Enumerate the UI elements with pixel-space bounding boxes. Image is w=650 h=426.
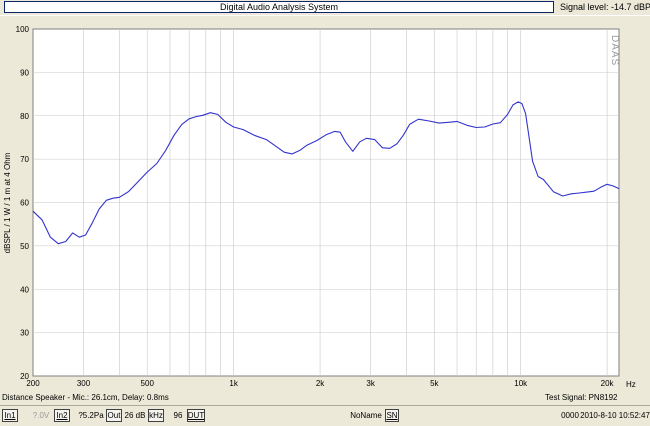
x-tick-label: 20k xyxy=(601,379,615,388)
x-tick-label: 300 xyxy=(77,379,91,388)
input1-button[interactable]: In1 xyxy=(2,409,18,422)
window-title-text: Digital Audio Analysis System xyxy=(219,2,339,12)
dut-name: NoName xyxy=(350,411,382,420)
frequency-response-chart: 2030405060708090100 200 300 500 1k 2k 3k 5k 10k… xyxy=(3,25,636,389)
x-tick-label: 1k xyxy=(229,379,238,388)
x-tick-label: 2k xyxy=(316,379,325,388)
input1-voltage: ?.0V xyxy=(32,411,50,420)
distance-info: Distance Speaker - Mic.: 26.1cm, Delay: … xyxy=(2,393,169,402)
y-tick-labels: 2030405060708090100 xyxy=(16,25,30,381)
y-tick-label: 100 xyxy=(16,25,30,34)
y-tick-label: 70 xyxy=(20,155,29,164)
x-tick-label: 10k xyxy=(514,379,528,388)
test-signal-info: Test Signal: PN8192 xyxy=(545,393,618,402)
counter-readout: 0000 xyxy=(561,411,579,420)
y-axis-label: dBSPL / 1 W / 1 m at 4 Ohm xyxy=(3,152,12,253)
signal-level-readout: Signal level: -14.7 dBPa xyxy=(560,2,650,12)
date-time-readout: 2010-8-10 10:52:47 xyxy=(580,411,650,420)
x-axis-unit: Hz xyxy=(626,380,636,389)
x-tick-label: 3k xyxy=(366,379,375,388)
khz-button[interactable]: kHz xyxy=(148,409,164,422)
daas-watermark: DAAS xyxy=(609,35,620,66)
x-tick-label: 500 xyxy=(141,379,155,388)
measurement-info-row: Distance Speaker - Mic.: 26.1cm, Delay: … xyxy=(0,392,650,404)
input2-pressure: ?5.2Pa xyxy=(78,411,104,420)
output-gain: 26 dB xyxy=(124,411,146,420)
input2-button[interactable]: In2 xyxy=(54,409,70,422)
y-tick-label: 90 xyxy=(20,68,29,77)
x-tick-label: 200 xyxy=(26,379,40,388)
title-bar: Digital Audio Analysis System Signal lev… xyxy=(0,0,650,15)
y-tick-label: 30 xyxy=(20,329,29,338)
x-tick-labels: 200 300 500 1k 2k 3k 5k 10k 20k xyxy=(26,379,614,388)
window-title: Digital Audio Analysis System xyxy=(4,1,554,13)
status-bar: In1 ?.0V In2 ?5.2Pa Out 26 dB kHz 96 DUT… xyxy=(0,405,650,426)
sample-rate: 96 xyxy=(173,411,183,420)
output-button[interactable]: Out xyxy=(106,409,122,422)
dut-button[interactable]: DUT xyxy=(187,409,205,422)
y-tick-label: 50 xyxy=(20,242,29,251)
y-tick-label: 40 xyxy=(20,285,29,294)
y-tick-label: 80 xyxy=(20,112,29,121)
y-tick-label: 60 xyxy=(20,199,29,208)
serial-number-button[interactable]: SN xyxy=(385,409,399,422)
x-tick-label: 5k xyxy=(430,379,439,388)
